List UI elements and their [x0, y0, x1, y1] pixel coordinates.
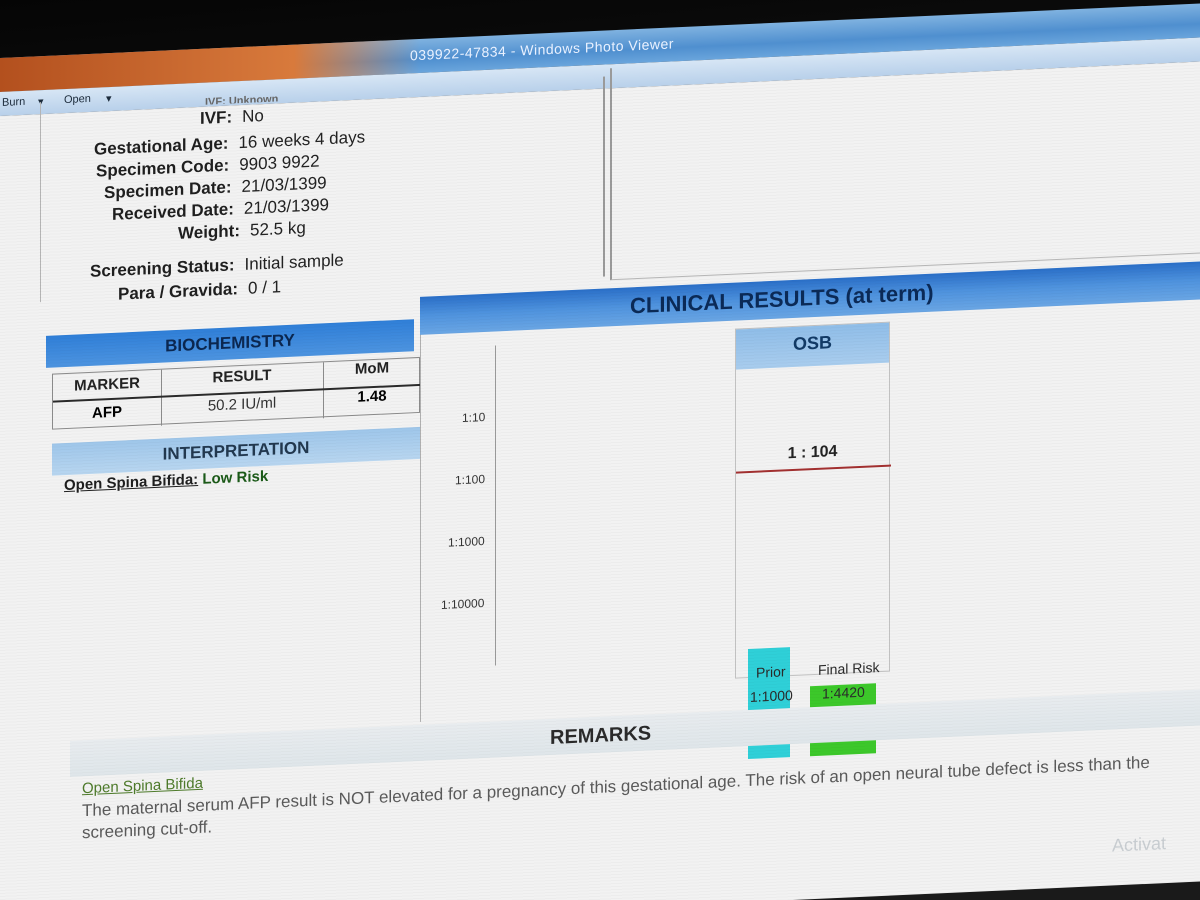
y-axis [495, 345, 496, 666]
col-header-mom: MoM [354, 359, 390, 378]
value-label-final-risk: 1:4420 [822, 683, 865, 702]
col-header-marker: MARKER [74, 374, 140, 395]
window-title: 039922-47834 - Windows Photo Viewer [410, 35, 674, 64]
remarks-subtitle: Open Spina Bifida [82, 774, 203, 798]
remarks-title: REMARKS [550, 722, 652, 750]
category-label-final-risk: Final Risk [818, 659, 880, 678]
osb-chart: OSB 1 : 104 Prior 1:1000 Final Risk 1:4420 [735, 321, 891, 760]
empty-panel [610, 41, 1200, 281]
interpretation-value: Low Risk [202, 467, 269, 488]
info-row-ivf: IVF: No [200, 106, 264, 128]
y-tick-label: 1:10 [462, 409, 486, 426]
col-header-result: RESULT [212, 366, 272, 387]
value-label-prior: 1:1000 [750, 686, 793, 705]
cutoff-ratio-label: 1 : 104 [787, 442, 838, 463]
interpretation-label: Open Spina Bifida: [64, 471, 199, 495]
biochemistry-table: MARKER RESULT MoM AFP 50.2 IU/ml 1.48 [52, 356, 421, 430]
y-tick-label: 1:1000 [448, 533, 485, 550]
document-view: IVF: Unknown IVF: No Gestational Age: 16 w… [0, 41, 1200, 900]
cell-marker: AFP [92, 403, 122, 422]
menu-burn[interactable]: Burn [2, 96, 25, 109]
y-tick-label: 1:10000 [441, 596, 485, 612]
cutoff-line [736, 464, 891, 474]
y-tick-label: 1:100 [455, 471, 486, 488]
cell-mom: 1.48 [357, 387, 387, 406]
screen: 039922-47834 - Windows Photo Viewer Burn… [0, 0, 1200, 900]
category-label-prior: Prior [756, 663, 786, 681]
osb-header: OSB [736, 322, 889, 370]
activation-watermark: Activat [1112, 833, 1167, 856]
